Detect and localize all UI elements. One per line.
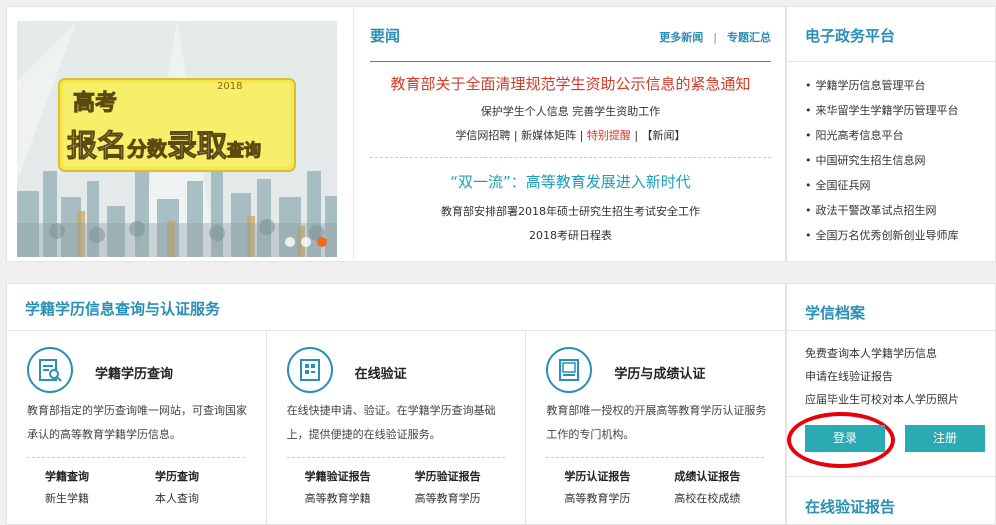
service-col-degree-query: 学籍学历查询 教育部指定的学历查询唯一网站，可查询国家承认的高等教育学籍学历信息…	[7, 331, 267, 524]
news-title: 要闻	[370, 27, 401, 45]
service-col-title[interactable]: 学籍学历查询	[95, 363, 173, 382]
news-link-separator: |	[713, 31, 717, 44]
archive-divider	[787, 330, 995, 331]
archive-title: 学信档案	[805, 304, 866, 322]
news-panel: 2018 高考 报名 分数 录取 查询 要闻 更多新闻 | 专题汇总 教育部关于全面…	[6, 6, 787, 263]
service-col-online-verify: 在线验证 在线快捷申请、验证。在学籍学历查询基础上，提供便捷的在线验证服务。 学…	[267, 331, 527, 524]
archive-line: 应届毕业生可校对本人学历照片	[805, 393, 959, 406]
certificate-icon[interactable]	[546, 347, 593, 393]
col-link-header[interactable]: 学历查询	[155, 468, 265, 484]
register-button[interactable]: 注册	[905, 425, 985, 452]
e-gov-platform-panel: 电子政务平台 学籍学历信息管理平台 来华留学生学籍学历管理平台 阳光高考信息平台…	[786, 6, 996, 262]
carousel-banner[interactable]: 2018 高考 报名 分数 录取 查询	[17, 21, 337, 257]
col-dashed-divider	[27, 457, 245, 458]
platform-link[interactable]: 学籍学历信息管理平台	[805, 73, 959, 98]
col-link-header[interactable]: 学籍查询	[45, 468, 155, 484]
carousel-dot[interactable]	[285, 237, 295, 247]
archive-line: 申请在线验证报告	[805, 370, 893, 383]
more-news-link[interactable]: 更多新闻	[659, 31, 703, 44]
banner-word-score: 分数	[127, 137, 168, 162]
news-sub-links-a[interactable]: 学信网招聘 | 新媒体矩阵 |	[455, 129, 586, 142]
service-col-desc: 在线快捷申请、验证。在学籍学历查询基础上，提供便捷的在线验证服务。	[286, 404, 496, 441]
archive-line: 免费查询本人学籍学历信息	[805, 347, 937, 360]
service-col-links: 学籍验证报告 学历验证报告 高等教育学籍 高等教育学历	[305, 468, 525, 506]
platform-divider	[787, 61, 995, 62]
platform-link[interactable]: 政法干警改革试点招生网	[805, 198, 959, 223]
news-sub-links-b[interactable]: | 【新闻】	[631, 129, 685, 142]
platform-link[interactable]: 来华留学生学籍学历管理平台	[805, 98, 959, 123]
service-col-desc: 教育部唯一授权的开展高等教育学历认证服务工作的专门机构。	[546, 404, 767, 441]
col-link-header[interactable]: 学籍验证报告	[305, 468, 415, 484]
col-link-header[interactable]: 学历认证报告	[564, 468, 674, 484]
banner-headline: 报名 分数 录取 查询	[67, 121, 262, 165]
platform-link[interactable]: 中国研究生招生信息网	[805, 148, 959, 173]
document-grid-icon[interactable]	[286, 347, 333, 393]
service-panel: 学籍学历信息查询与认证服务 学籍学历查询 教育部指定的学历查询唯一网站，可查询国…	[6, 283, 786, 525]
service-col-links: 学籍查询 学历查询 新生学籍 本人查询	[45, 468, 265, 506]
col-link[interactable]: 高校在校成绩	[674, 490, 784, 506]
service-col-certification: 学历与成绩认证 教育部唯一授权的开展高等教育学历认证服务工作的专门机构。 学历认…	[526, 331, 785, 524]
service-title: 学籍学历信息查询与认证服务	[25, 300, 221, 318]
col-link[interactable]: 高等教育学历	[415, 490, 525, 506]
banner-word-query: 查询	[227, 141, 262, 162]
banner-word-admission: 录取	[167, 129, 228, 165]
service-col-desc: 教育部指定的学历查询唯一网站，可查询国家承认的高等教育学籍学历信息。	[27, 404, 247, 441]
news-sub-links: 学信网招聘 | 新媒体矩阵 | 特别提醒 | 【新闻】	[370, 127, 771, 143]
headline-primary[interactable]: 教育部关于全面清理规范学生资助公示信息的紧急通知	[370, 73, 771, 94]
service-col-title[interactable]: 学历与成绩认证	[614, 363, 705, 382]
news-section: 要闻 更多新闻 | 专题汇总 教育部关于全面清理规范学生资助公示信息的紧急通知 保护…	[353, 7, 787, 263]
carousel-dot-active[interactable]	[317, 237, 327, 247]
col-link[interactable]: 新生学籍	[45, 490, 155, 506]
col-link[interactable]: 本人查询	[155, 490, 265, 506]
news-sub-link[interactable]: 教育部安排部署2018年硕士研究生招生考试安全工作	[370, 203, 771, 219]
archive-bottom-divider	[787, 476, 995, 477]
news-dashed-divider	[370, 157, 771, 158]
topics-link[interactable]: 专题汇总	[727, 31, 771, 44]
banner-word-register: 报名	[67, 129, 128, 165]
col-link[interactable]: 高等教育学籍	[305, 490, 415, 506]
platform-link[interactable]: 全国征兵网	[805, 173, 959, 198]
carousel-dots	[285, 237, 327, 247]
platform-link[interactable]: 全国万名优秀创新创业导师库	[805, 223, 959, 248]
platform-title: 电子政务平台	[805, 27, 896, 45]
col-link-header[interactable]: 学历验证报告	[415, 468, 525, 484]
col-link[interactable]: 高等教育学历	[564, 490, 674, 506]
service-col-links: 学历认证报告 成绩认证报告 高等教育学历 高校在校成绩	[564, 468, 784, 506]
service-col-title[interactable]: 在线验证	[355, 363, 407, 382]
news-sub-link[interactable]: 2018考研日程表	[370, 227, 771, 243]
banner-line1: 高考	[72, 91, 118, 117]
special-notice-link[interactable]: 特别提醒	[587, 129, 631, 142]
news-sub-link[interactable]: 保护学生个人信息 完善学生资助工作	[370, 103, 771, 119]
archive-info: 免费查询本人学籍学历信息 申请在线验证报告 应届毕业生可校对本人学历照片	[805, 342, 959, 411]
service-columns: 学籍学历查询 教育部指定的学历查询唯一网站，可查询国家承认的高等教育学籍学历信息…	[7, 331, 785, 524]
login-button[interactable]: 登录	[805, 425, 885, 452]
col-dashed-divider	[286, 457, 505, 458]
archive-panel: 学信档案 免费查询本人学籍学历信息 申请在线验证报告 应届毕业生可校对本人学历照…	[786, 283, 996, 525]
col-dashed-divider	[546, 457, 765, 458]
verify-report-title: 在线验证报告	[805, 498, 896, 516]
platform-link[interactable]: 阳光高考信息平台	[805, 123, 959, 148]
news-links: 更多新闻 | 专题汇总	[659, 29, 771, 45]
banner-year: 2018	[217, 81, 243, 92]
news-divider	[370, 61, 771, 62]
carousel-dot[interactable]	[301, 237, 311, 247]
col-link-header[interactable]: 成绩认证报告	[674, 468, 784, 484]
id-card-search-icon[interactable]	[27, 347, 73, 393]
platform-list: 学籍学历信息管理平台 来华留学生学籍学历管理平台 阳光高考信息平台 中国研究生招…	[805, 73, 959, 248]
headline-secondary[interactable]: “双一流”：高等教育发展进入新时代	[370, 171, 771, 192]
